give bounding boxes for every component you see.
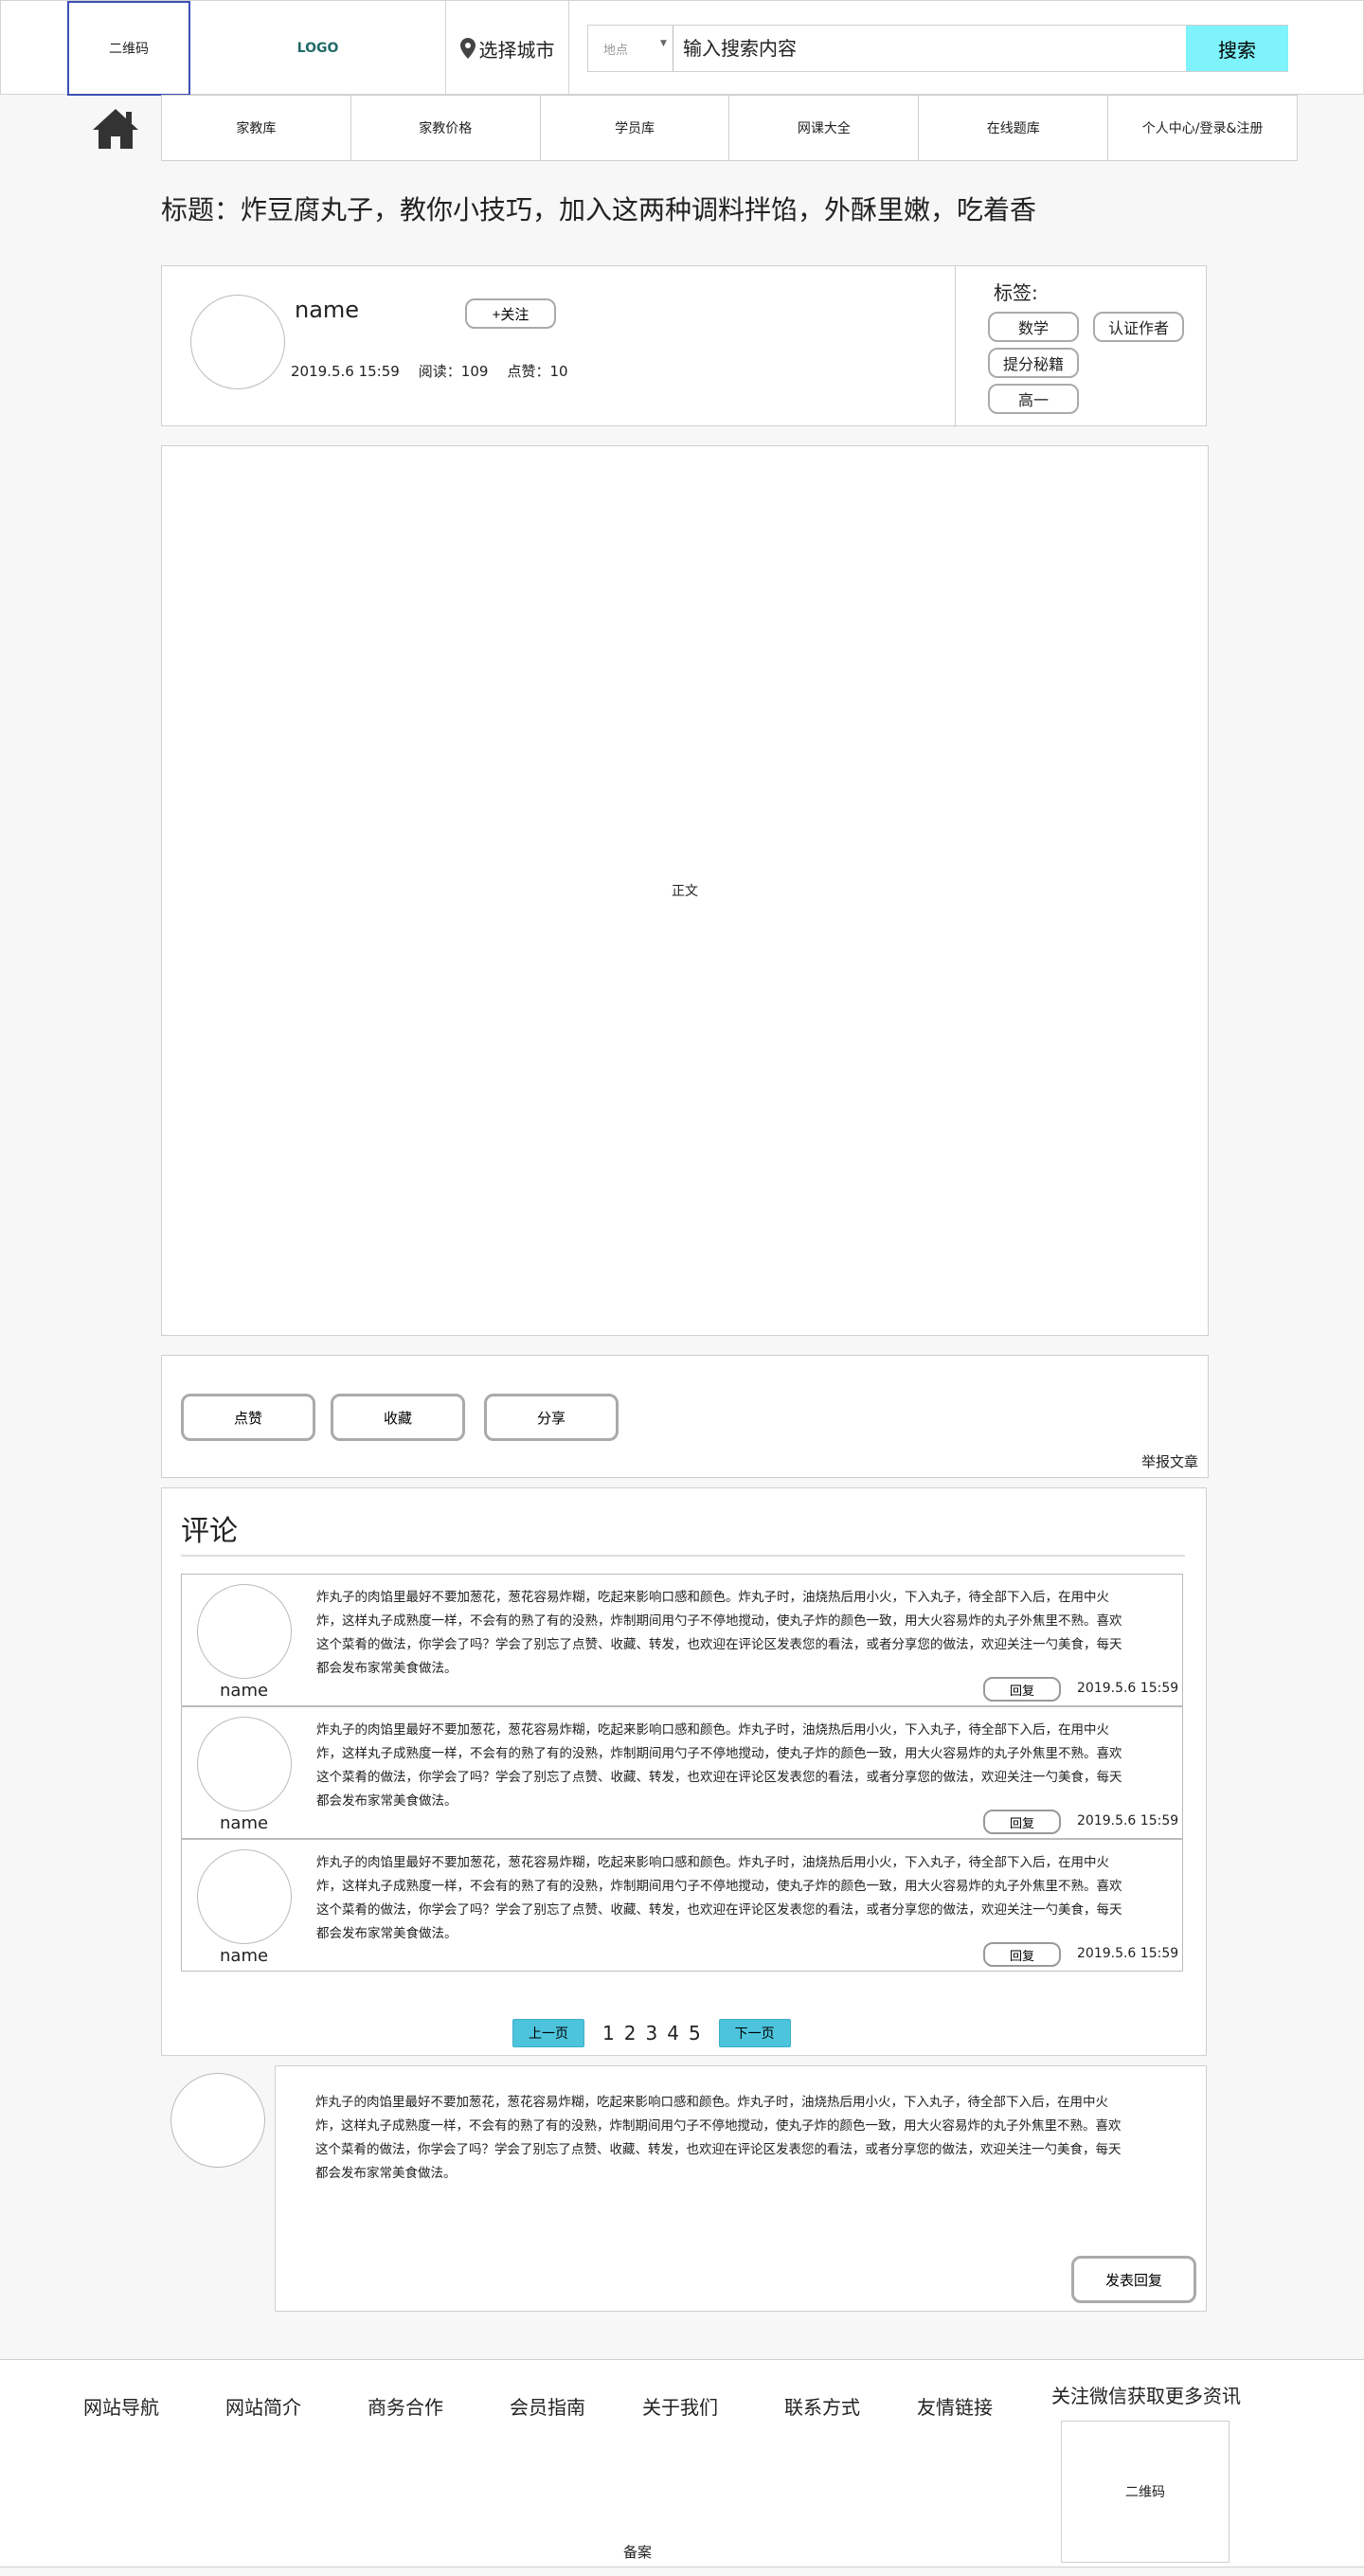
- like-count: 点赞：10: [507, 363, 568, 380]
- footer-link-about-us[interactable]: 关于我们: [642, 2392, 718, 2420]
- wechat-follow-label: 关注微信获取更多资讯: [1051, 2385, 1241, 2407]
- city-selector[interactable]: 选择城市: [446, 1, 569, 96]
- reply-text[interactable]: 炸丸子的肉馅里最好不要加葱花，葱花容易炸糊，吃起来影响口感和颜色。炸丸子时，油烧…: [315, 2091, 1130, 2186]
- author-name[interactable]: name: [295, 297, 359, 323]
- follow-button[interactable]: +关注: [465, 298, 556, 329]
- top-header: 二维码 LOGO 选择城市 地点 ▼ 搜索: [0, 0, 1364, 96]
- footer-link-about-site[interactable]: 网站简介: [225, 2392, 301, 2420]
- footer: 网站导航 网站简介 商务合作 会员指南 关于我们 联系方式 友情链接 关注微信获…: [0, 2359, 1364, 2567]
- article-meta: 2019.5.6 15:59 阅读：109 点赞：10: [291, 361, 587, 381]
- comment-text: 炸丸子的肉馅里最好不要加葱花，葱花容易炸糊，吃起来影响口感和颜色。炸丸子时，油烧…: [316, 1590, 1122, 1676]
- nav-item-question-bank[interactable]: 在线题库: [919, 96, 1109, 160]
- comment-time: 2019.5.6 15:59: [1077, 1813, 1179, 1828]
- reply-editor[interactable]: 炸丸子的肉馅里最好不要加葱花，葱花容易炸糊，吃起来影响口感和颜色。炸丸子时，油烧…: [275, 2065, 1207, 2312]
- location-select-value: 地点: [603, 43, 629, 58]
- search-button[interactable]: 搜索: [1186, 26, 1288, 71]
- tag-certified-author[interactable]: 认证作者: [1093, 312, 1184, 342]
- divider: [181, 1555, 1185, 1557]
- comments-title: 评论: [181, 1515, 238, 1548]
- reply-button[interactable]: 回复: [983, 1677, 1061, 1702]
- chevron-down-icon: ▼: [660, 39, 667, 48]
- comment-item: name 炸丸子的肉馅里最好不要加葱花，葱花容易炸糊，吃起来影响口感和颜色。炸丸…: [181, 1574, 1183, 1706]
- comment-item: name 炸丸子的肉馅里最好不要加葱花，葱花容易炸糊，吃起来影响口感和颜色。炸丸…: [181, 1706, 1183, 1839]
- next-page-button[interactable]: 下一页: [718, 2019, 791, 2047]
- avatar: [170, 2073, 265, 2168]
- avatar[interactable]: [197, 1717, 292, 1811]
- page-number[interactable]: 4: [667, 2022, 679, 2045]
- article-body: 正文: [161, 445, 1209, 1336]
- footer-link-business[interactable]: 商务合作: [368, 2392, 443, 2420]
- pagination: 上一页 1 2 3 4 5 下一页: [512, 2019, 791, 2047]
- location-select[interactable]: 地点: [588, 26, 673, 71]
- publish-date: 2019.5.6 15:59: [291, 363, 400, 380]
- search-bar: 地点 ▼ 搜索: [587, 25, 1288, 72]
- tags-label: 标签:: [994, 281, 1038, 304]
- reply-button[interactable]: 回复: [983, 1810, 1061, 1834]
- comment-author[interactable]: name: [220, 1681, 268, 1701]
- comment-author[interactable]: name: [220, 1813, 268, 1833]
- report-link[interactable]: 举报文章: [1141, 1451, 1198, 1471]
- like-button[interactable]: 点赞: [181, 1394, 315, 1441]
- main-nav: 家教库 家教价格 学员库 网课大全 在线题库 个人中心/登录&注册: [161, 95, 1298, 161]
- footer-link-contact[interactable]: 联系方式: [784, 2392, 860, 2420]
- comment-author[interactable]: name: [220, 1946, 268, 1966]
- comment-text: 炸丸子的肉馅里最好不要加葱花，葱花容易炸糊，吃起来影响口感和颜色。炸丸子时，油烧…: [316, 1722, 1122, 1809]
- nav-item-student-library[interactable]: 学员库: [541, 96, 730, 160]
- city-label: 选择城市: [478, 38, 555, 62]
- reply-button[interactable]: 回复: [983, 1942, 1061, 1967]
- page-number[interactable]: 1: [602, 2022, 615, 2045]
- nav-item-online-courses[interactable]: 网课大全: [729, 96, 920, 160]
- divider: [955, 266, 956, 427]
- tag-score-tips[interactable]: 提分秘籍: [988, 348, 1079, 378]
- page-title: 标题：炸豆腐丸子，教你小技巧，加入这两种调料拌馅，外酥里嫩，吃着香: [161, 194, 1037, 225]
- avatar[interactable]: [197, 1584, 292, 1679]
- logo[interactable]: LOGO: [190, 1, 446, 96]
- footer-link-site-nav[interactable]: 网站导航: [83, 2392, 159, 2420]
- comment-text: 炸丸子的肉馅里最好不要加葱花，葱花容易炸糊，吃起来影响口感和颜色。炸丸子时，油烧…: [316, 1855, 1122, 1941]
- avatar[interactable]: [197, 1849, 292, 1944]
- nav-item-tutor-price[interactable]: 家教价格: [351, 96, 541, 160]
- page-number[interactable]: 5: [689, 2022, 701, 2045]
- collect-button[interactable]: 收藏: [331, 1394, 465, 1441]
- page-number[interactable]: 2: [624, 2022, 637, 2045]
- article-actions: 点赞 收藏 分享 举报文章: [161, 1355, 1209, 1478]
- search-input[interactable]: [683, 26, 1166, 71]
- qr-code: 二维码: [67, 1, 190, 96]
- page-number[interactable]: 3: [645, 2022, 657, 2045]
- avatar[interactable]: [190, 295, 285, 389]
- home-icon[interactable]: [91, 107, 140, 151]
- nav-item-user-center[interactable]: 个人中心/登录&注册: [1108, 96, 1297, 160]
- record-link[interactable]: 备案: [623, 2542, 652, 2562]
- nav-item-tutor-library[interactable]: 家教库: [162, 96, 351, 160]
- comment-time: 2019.5.6 15:59: [1077, 1946, 1179, 1961]
- footer-link-member-guide[interactable]: 会员指南: [510, 2392, 585, 2420]
- comment-item: name 炸丸子的肉馅里最好不要加葱花，葱花容易炸糊，吃起来影响口感和颜色。炸丸…: [181, 1839, 1183, 1972]
- map-pin-icon: [459, 38, 476, 59]
- read-count: 阅读：109: [418, 363, 489, 380]
- comment-time: 2019.5.6 15:59: [1077, 1681, 1179, 1696]
- qr-code: 二维码: [1061, 2421, 1229, 2563]
- author-info: name +关注 2019.5.6 15:59 阅读：109 点赞：10 标签: 数…: [161, 265, 1207, 427]
- tag-grade[interactable]: 高一: [988, 384, 1079, 414]
- prev-page-button[interactable]: 上一页: [512, 2019, 584, 2047]
- article-body-text: 正文: [672, 884, 698, 899]
- post-reply-button[interactable]: 发表回复: [1071, 2256, 1196, 2303]
- comments-section: 评论 name 炸丸子的肉馅里最好不要加葱花，葱花容易炸糊，吃起来影响口感和颜色…: [161, 1487, 1207, 2056]
- footer-link-friend-links[interactable]: 友情链接: [917, 2392, 993, 2420]
- share-button[interactable]: 分享: [484, 1394, 619, 1441]
- tag-math[interactable]: 数学: [988, 312, 1079, 342]
